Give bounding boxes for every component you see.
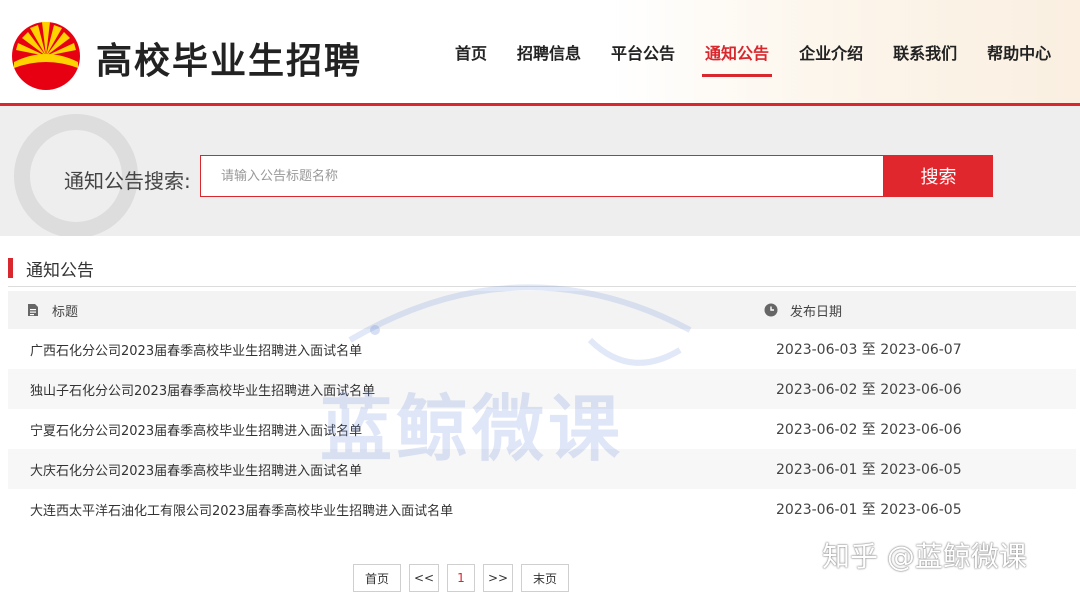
table-header: 标题 发布日期 (8, 291, 1076, 329)
notice-table: 标题 发布日期 广西石化分公司2023届春季高校毕业生招聘进入面试名单 2023… (8, 291, 1076, 529)
nav-help[interactable]: 帮助中心 (972, 0, 1066, 103)
table-row[interactable]: 广西石化分公司2023届春季高校毕业生招聘进入面试名单 2023-06-03 至… (8, 329, 1076, 369)
first-page-button[interactable]: 首页 (353, 564, 401, 592)
search-input[interactable] (200, 155, 884, 197)
nav-platform-announcements[interactable]: 平台公告 (596, 0, 690, 103)
search-label: 通知公告搜索: (64, 169, 191, 193)
date-column-header: 发布日期 (764, 301, 842, 320)
table-row[interactable]: 独山子石化分公司2023届春季高校毕业生招聘进入面试名单 2023-06-02 … (8, 369, 1076, 409)
table-row[interactable]: 大庆石化分公司2023届春季高校毕业生招聘进入面试名单 2023-06-01 至… (8, 449, 1076, 489)
main-nav: 首页 招聘信息 平台公告 通知公告 企业介绍 联系我们 帮助中心 (440, 0, 1066, 103)
site-title[interactable]: 高校毕业生招聘 (96, 32, 362, 84)
table-row[interactable]: 宁夏石化分公司2023届春季高校毕业生招聘进入面试名单 2023-06-02 至… (8, 409, 1076, 449)
notice-title-link[interactable]: 广西石化分公司2023届春季高校毕业生招聘进入面试名单 (30, 340, 362, 359)
search-band: 通知公告搜索: 搜索 (0, 106, 1080, 236)
notice-title-link[interactable]: 宁夏石化分公司2023届春季高校毕业生招聘进入面试名单 (30, 420, 362, 439)
notice-date: 2023-06-03 至 2023-06-07 (776, 342, 962, 358)
section-title: 通知公告 (8, 256, 94, 281)
petrochina-logo[interactable] (8, 16, 84, 92)
title-header-label: 标题 (52, 304, 79, 320)
last-page-button[interactable]: 末页 (521, 564, 569, 592)
page-number-button[interactable]: 1 (447, 564, 475, 592)
notice-title-link[interactable]: 大庆石化分公司2023届春季高校毕业生招聘进入面试名单 (30, 460, 362, 479)
date-header-label: 发布日期 (790, 304, 843, 320)
header: 高校毕业生招聘 首页 招聘信息 平台公告 通知公告 企业介绍 联系我们 帮助中心 (0, 0, 1080, 106)
nav-notices[interactable]: 通知公告 (690, 0, 784, 103)
nav-contact[interactable]: 联系我们 (878, 0, 972, 103)
section-accent-bar (8, 258, 13, 278)
nav-jobs[interactable]: 招聘信息 (502, 0, 596, 103)
notice-date: 2023-06-02 至 2023-06-06 (776, 382, 962, 398)
zhihu-watermark: 知乎 @蓝鲸微课 (822, 540, 1027, 573)
notice-date: 2023-06-01 至 2023-06-05 (776, 462, 962, 478)
notice-title-link[interactable]: 独山子石化分公司2023届春季高校毕业生招聘进入面试名单 (30, 380, 375, 399)
nav-home[interactable]: 首页 (440, 0, 502, 103)
table-row[interactable]: 大连西太平洋石油化工有限公司2023届春季高校毕业生招聘进入面试名单 2023-… (8, 489, 1076, 529)
divider (8, 286, 1076, 287)
notice-title-link[interactable]: 大连西太平洋石油化工有限公司2023届春季高校毕业生招聘进入面试名单 (30, 500, 453, 519)
section-title-text: 通知公告 (26, 260, 94, 281)
notice-date: 2023-06-02 至 2023-06-06 (776, 422, 962, 438)
pagination: 首页 << 1 >> 末页 (353, 564, 569, 592)
document-icon (28, 304, 38, 316)
prev-page-button[interactable]: << (409, 564, 439, 592)
notice-date: 2023-06-01 至 2023-06-05 (776, 502, 962, 518)
clock-icon (764, 303, 778, 317)
title-column-header: 标题 (26, 301, 78, 320)
search-button[interactable]: 搜索 (884, 155, 993, 197)
nav-company-intro[interactable]: 企业介绍 (784, 0, 878, 103)
next-page-button[interactable]: >> (483, 564, 513, 592)
